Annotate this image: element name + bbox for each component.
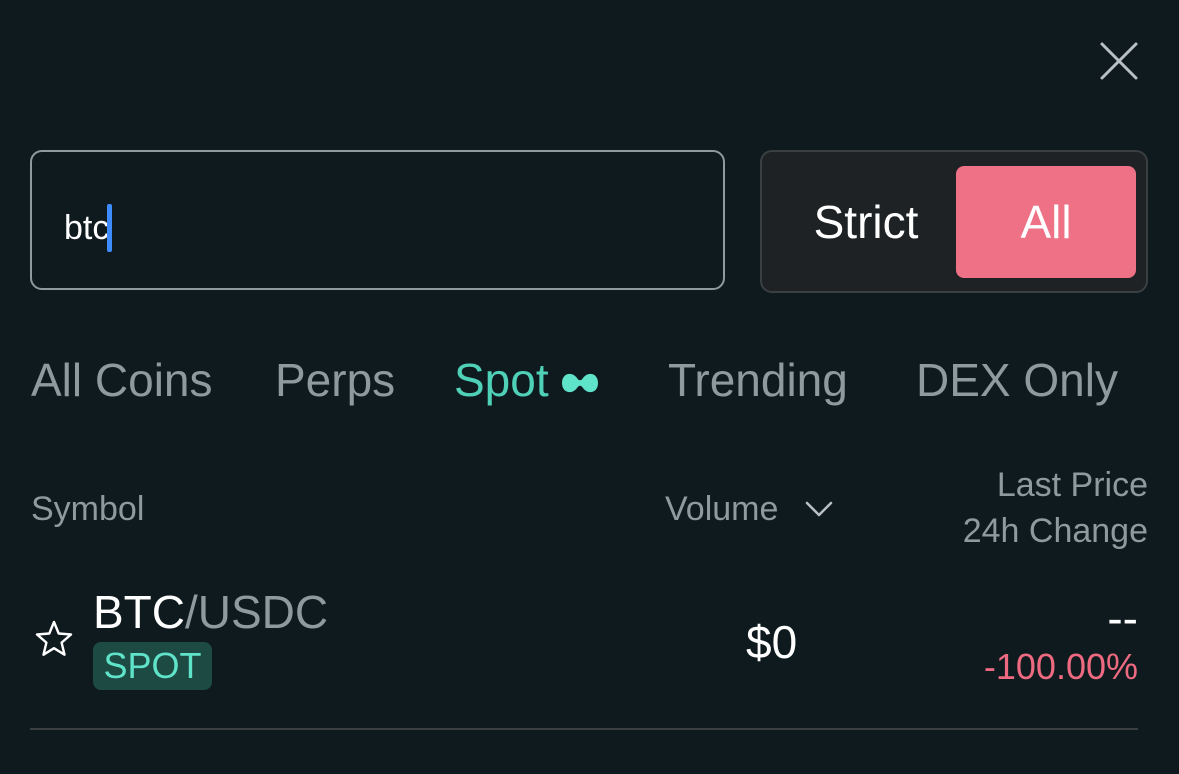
pair-symbol: BTC/USDC	[93, 585, 328, 639]
match-mode-toggle: Strict All	[760, 150, 1148, 293]
tab-label: Trending	[668, 354, 848, 406]
favorite-star-button[interactable]	[34, 619, 74, 659]
tab-label: Perps	[275, 354, 396, 406]
market-type-badge: SPOT	[93, 642, 212, 690]
chevron-down-icon	[806, 501, 833, 517]
tab-dex-only[interactable]: DEX Only	[916, 348, 1118, 412]
pair-base: BTC	[93, 586, 185, 638]
volume-value: $0	[746, 616, 798, 668]
all-mode-button[interactable]: All	[956, 166, 1136, 278]
tab-all-coins[interactable]: All Coins	[31, 348, 213, 412]
column-header-price: Last Price 24h Change	[963, 462, 1148, 554]
tab-label: Spot	[454, 354, 549, 406]
row-divider	[30, 728, 1138, 730]
tab-label: DEX Only	[916, 354, 1118, 406]
column-header-volume-label: Volume	[665, 490, 779, 528]
close-button[interactable]	[1096, 38, 1142, 84]
text-caret	[107, 204, 113, 252]
tab-label: All Coins	[31, 354, 213, 406]
star-icon	[35, 620, 73, 656]
close-icon	[1100, 42, 1138, 80]
column-header-24h-change: 24h Change	[962, 512, 1148, 550]
24h-change-value: -100.00%	[983, 646, 1138, 687]
search-input-value: btc	[64, 204, 113, 252]
strict-mode-button[interactable]: Strict	[776, 166, 956, 278]
column-header-last-price: Last Price	[996, 466, 1148, 504]
tab-trending[interactable]: Trending	[668, 348, 848, 412]
column-header-volume[interactable]: Volume	[665, 486, 834, 532]
search-input[interactable]: btc	[30, 150, 725, 290]
table-row[interactable]: BTC/USDC SPOT $0 -- -100.00%	[30, 575, 1138, 725]
pair-quote: /USDC	[185, 586, 329, 638]
search-input-text: btc	[64, 209, 110, 247]
hyperliquid-logo-icon	[559, 349, 601, 413]
tab-perps[interactable]: Perps	[275, 348, 395, 412]
column-header-symbol: Symbol	[31, 490, 145, 528]
tab-spot[interactable]: Spot	[454, 348, 601, 412]
last-price-value: --	[1107, 592, 1138, 644]
